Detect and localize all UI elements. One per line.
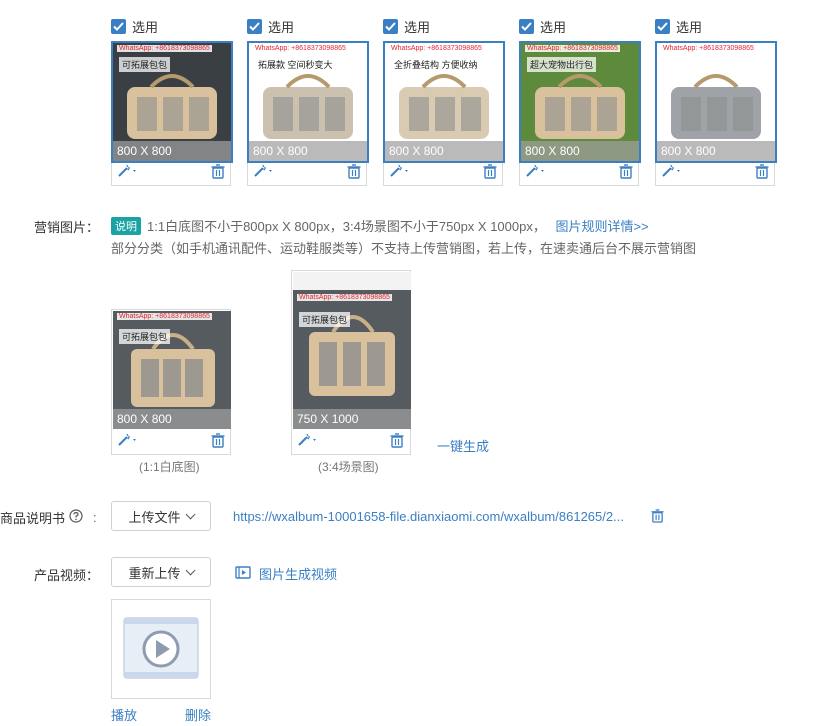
product-image[interactable]: WhatsApp: +8618373098865 超大宠物出行包 800 X 800	[519, 41, 641, 163]
watermark: WhatsApp: +8618373098865	[389, 45, 484, 52]
watermark: WhatsApp: +8618373098865	[297, 294, 392, 301]
play-link[interactable]: 播放	[111, 705, 137, 724]
product-image[interactable]: WhatsApp: +8618373098865 全折叠结构 方便收纳 800 X …	[383, 41, 505, 163]
product-image-card: WhatsApp: +8618373098865 800 X 800	[655, 41, 777, 186]
generate-video-link-group[interactable]: 图片生成视频	[235, 564, 337, 583]
video-thumbnail[interactable]	[111, 599, 211, 699]
watermark: WhatsApp: +8618373098865	[117, 45, 212, 52]
trash-icon[interactable]	[390, 433, 404, 451]
image-tools	[384, 159, 502, 185]
checkbox-checked-icon[interactable]	[111, 19, 126, 34]
reupload-label: 重新上传	[128, 565, 181, 581]
image-caption: 可拓展包包	[299, 312, 351, 327]
image-size: 800 X 800	[113, 141, 231, 161]
trash-icon[interactable]	[347, 164, 361, 182]
trash-icon[interactable]	[483, 164, 497, 182]
marketing-note: 部分分类（如手机通讯配件、运动鞋服类等）不支持上传营销图，若上传，在速卖通后台不…	[111, 241, 697, 256]
info-badge: 说明	[111, 217, 141, 235]
upload-file-label: 上传文件	[128, 509, 181, 525]
image-caption: 超大宠物出行包	[527, 57, 597, 72]
magic-wand-icon[interactable]	[525, 164, 547, 178]
magic-wand-icon[interactable]	[389, 164, 411, 178]
watermark: WhatsApp: +8618373098865	[253, 45, 348, 52]
image-tools	[292, 428, 410, 454]
select-label: 选用	[540, 20, 567, 35]
marketing-rule: 1:1白底图不小于800px X 800px，3:4场景图不小于750px X …	[147, 216, 649, 235]
product-image-card: WhatsApp: +8618373098865 可拓展包包 800 X 800	[111, 41, 233, 186]
manual-file-link[interactable]: https://wxalbum-10001658-file.dianxiaomi…	[233, 509, 624, 524]
film-icon	[235, 565, 251, 582]
video-play-icon	[112, 600, 210, 698]
checkbox-checked-icon[interactable]	[247, 19, 262, 34]
image-size: 800 X 800	[657, 141, 775, 161]
marketing-portrait-card: WhatsApp: +8618373098865 可拓展包包 750 X 100…	[291, 270, 411, 455]
portrait-caption: (3:4场景图)	[318, 460, 379, 474]
chevron-down-icon	[185, 565, 195, 575]
image-tools	[248, 159, 366, 185]
marketing-square-card: WhatsApp: +8618373098865 可拓展包包 800 X 800	[111, 309, 231, 455]
video-label: 产品视频：	[34, 568, 100, 583]
select-checkbox-group[interactable]: 选用	[247, 17, 294, 36]
chevron-down-icon	[185, 509, 195, 519]
marketing-rule-text: 1:1白底图不小于800px X 800px，3:4场景图不小于750px X …	[147, 219, 546, 234]
manual-label-group: 商品说明书 :	[0, 509, 97, 526]
image-tools	[520, 159, 638, 185]
trash-icon[interactable]	[211, 164, 225, 182]
image-size: 800 X 800	[249, 141, 367, 161]
one-click-generate-link[interactable]: 一键生成	[437, 436, 489, 455]
select-checkbox-group[interactable]: 选用	[383, 17, 430, 36]
marketing-square-image[interactable]: WhatsApp: +8618373098865 可拓展包包 800 X 800	[113, 311, 231, 429]
product-image-card: WhatsApp: +8618373098865 超大宠物出行包 800 X 800	[519, 41, 641, 186]
upload-file-button[interactable]: 上传文件	[111, 501, 211, 531]
marketing-label: 营销图片：	[34, 220, 100, 235]
magic-wand-icon[interactable]	[117, 433, 139, 447]
help-icon[interactable]	[69, 509, 83, 526]
select-label: 选用	[132, 20, 159, 35]
trash-icon[interactable]	[651, 509, 664, 526]
checkbox-checked-icon[interactable]	[519, 19, 534, 34]
watermark: WhatsApp: +8618373098865	[661, 45, 756, 52]
checkbox-checked-icon[interactable]	[383, 19, 398, 34]
product-image-card: WhatsApp: +8618373098865 全折叠结构 方便收纳 800 X …	[383, 41, 505, 186]
select-checkbox-group[interactable]: 选用	[111, 17, 158, 36]
image-tools	[656, 159, 774, 185]
watermark: WhatsApp: +8618373098865	[525, 45, 620, 52]
generate-video-link[interactable]: 图片生成视频	[259, 564, 337, 583]
select-checkbox-group[interactable]: 选用	[519, 17, 566, 36]
select-label: 选用	[268, 20, 295, 35]
square-caption: (1:1白底图)	[139, 460, 200, 474]
image-size: 800 X 800	[113, 409, 231, 429]
magic-wand-icon[interactable]	[117, 164, 139, 178]
watermark: WhatsApp: +8618373098865	[117, 313, 212, 320]
trash-icon[interactable]	[211, 433, 225, 451]
magic-wand-icon[interactable]	[297, 433, 319, 447]
image-tools	[112, 159, 230, 185]
image-caption: 全折叠结构 方便收纳	[391, 57, 481, 72]
trash-icon[interactable]	[755, 164, 769, 182]
image-caption: 可拓展包包	[119, 57, 171, 72]
product-image-card: WhatsApp: +8618373098865 拓展款 空间秒变大 800 X 8…	[247, 41, 369, 186]
image-size: 800 X 800	[385, 141, 503, 161]
delete-link[interactable]: 删除	[185, 705, 211, 724]
image-caption: 拓展款 空间秒变大	[255, 57, 336, 72]
manual-label: 商品说明书	[0, 511, 66, 526]
checkbox-checked-icon[interactable]	[655, 19, 670, 34]
product-image[interactable]: WhatsApp: +8618373098865 拓展款 空间秒变大 800 X 8…	[247, 41, 369, 163]
select-label: 选用	[404, 20, 431, 35]
select-checkbox-group[interactable]: 选用	[655, 17, 702, 36]
marketing-portrait-image[interactable]: WhatsApp: +8618373098865 可拓展包包 750 X 100…	[293, 272, 411, 429]
select-label: 选用	[676, 20, 703, 35]
reupload-button[interactable]: 重新上传	[111, 557, 211, 587]
trash-icon[interactable]	[619, 164, 633, 182]
product-image[interactable]: WhatsApp: +8618373098865 可拓展包包 800 X 800	[111, 41, 233, 163]
magic-wand-icon[interactable]	[253, 164, 275, 178]
image-rules-link[interactable]: 图片规则详情>>	[555, 219, 648, 234]
image-tools	[112, 428, 230, 454]
magic-wand-icon[interactable]	[661, 164, 683, 178]
image-size: 750 X 1000	[293, 409, 411, 429]
image-caption: 可拓展包包	[119, 329, 171, 344]
image-size: 800 X 800	[521, 141, 639, 161]
product-image[interactable]: WhatsApp: +8618373098865 800 X 800	[655, 41, 777, 163]
